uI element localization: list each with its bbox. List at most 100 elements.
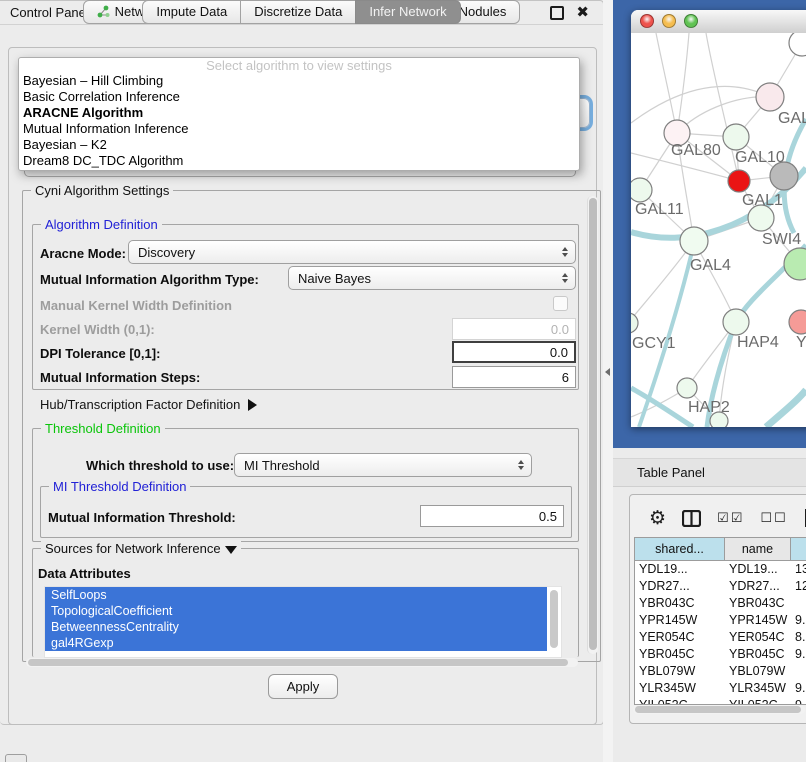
network-node-gal11[interactable]	[631, 178, 652, 202]
bottom-tabbar: Impute Data Discretize DataInfer Network	[0, 0, 603, 24]
table-cell: 9.	[791, 646, 806, 663]
table-row[interactable]: YBR043CYBR043C	[635, 595, 806, 612]
tab-infer-network[interactable]: Infer Network	[355, 0, 460, 24]
algorithm-option[interactable]: Dream8 DC_TDC Algorithm	[19, 153, 579, 169]
algorithm-option[interactable]: Basic Correlation Inference	[19, 89, 579, 105]
attribute-list-item[interactable]: gal4RGexp	[45, 635, 547, 651]
node-label: GCY1	[632, 335, 676, 352]
settings-scrollbar[interactable]	[587, 196, 598, 654]
node-attribute-table[interactable]: shared...name YDL19...YDL19...13YDR27...…	[634, 537, 806, 705]
network-node[interactable]	[770, 162, 798, 190]
table-column-header-shared[interactable]: shared...	[635, 538, 725, 560]
split-columns-icon[interactable]	[682, 510, 701, 527]
network-node-gal10[interactable]	[723, 124, 749, 150]
network-node-hap4[interactable]	[723, 309, 749, 335]
table-panel-title: Table Panel	[637, 465, 705, 480]
network-node-swi4[interactable]	[784, 248, 806, 280]
table-cell: YER054C	[725, 629, 791, 646]
table-cell: YPR145W	[635, 612, 725, 629]
table-cell: YDR27...	[635, 578, 725, 595]
table-row[interactable]: YLR345WYLR345W9.	[635, 680, 806, 697]
network-edge[interactable]	[631, 86, 770, 123]
algorithm-definition-title: Algorithm Definition	[41, 217, 162, 232]
algorithm-option[interactable]: Bayesian – Hill Climbing	[19, 73, 579, 89]
restore-panel-button[interactable]	[5, 754, 27, 762]
threshold-definition-title: Threshold Definition	[41, 421, 165, 436]
algorithm-option[interactable]: Bayesian – K2	[19, 137, 579, 153]
network-view-window: GAL7GAL80GAL10GAL1GAL11SWI4GAL4GCY1HAP4Y…	[631, 10, 806, 427]
table-row[interactable]: YDR27...YDR27...12	[635, 578, 806, 595]
network-node-gal4[interactable]	[680, 227, 708, 255]
network-edge[interactable]	[677, 33, 689, 133]
table-row[interactable]: YIL052CYIL052C9.	[635, 697, 806, 705]
algorithm-option[interactable]: Mutual Information Inference	[19, 121, 579, 137]
network-edge[interactable]	[656, 33, 677, 133]
apply-button[interactable]: Apply	[268, 674, 338, 699]
select-all-icon[interactable]: ☑☑	[717, 510, 744, 526]
mi-steps-label: Mutual Information Steps:	[40, 370, 200, 385]
hub-definition-expander[interactable]: Hub/Transcription Factor Definition	[40, 397, 257, 412]
node-label: Y	[796, 334, 806, 351]
tab-label: Impute Data	[156, 4, 227, 19]
table-cell: 9.	[791, 680, 806, 697]
table-cell: YLR345W	[635, 680, 725, 697]
table-row[interactable]: YER054CYER054C8.	[635, 629, 806, 646]
node-label: GAL7	[778, 110, 806, 127]
mi-type-combobox[interactable]: Naive Bayes	[288, 266, 576, 290]
attribute-list-item[interactable]: BetweennessCentrality	[45, 619, 547, 635]
table-row[interactable]: YBL079WYBL079W	[635, 663, 806, 680]
algorithm-option[interactable]: ARACNE Algorithm	[19, 105, 579, 121]
mi-threshold-label: Mutual Information Threshold:	[48, 510, 236, 525]
settings-hscrollbar[interactable]	[26, 658, 578, 667]
attributes-scrollbar[interactable]	[549, 588, 559, 654]
network-node-gal7[interactable]	[756, 83, 784, 111]
table-cell: YPR145W	[725, 612, 791, 629]
manual-kernel-checkbox[interactable]	[553, 296, 568, 311]
minimize-traffic-light[interactable]	[662, 14, 676, 28]
table-cell: YDL19...	[725, 561, 791, 578]
tab-impute-data[interactable]: Impute Data	[142, 0, 241, 24]
network-node-gcy1[interactable]	[631, 313, 638, 333]
network-node[interactable]	[710, 412, 728, 427]
attribute-list-item[interactable]: TopologicalCoefficient	[45, 603, 547, 619]
network-node-hap2[interactable]	[677, 378, 697, 398]
aracne-mode-combobox[interactable]: Discovery	[128, 240, 576, 264]
table-cell: 8.	[791, 629, 806, 646]
network-edge-highlighted[interactable]	[766, 390, 806, 427]
network-node-gal1[interactable]	[728, 170, 750, 192]
close-traffic-light[interactable]	[640, 14, 654, 28]
screen: Control Panel ✖ NetworkStyleSelectCyni T…	[0, 0, 806, 762]
which-threshold-combobox[interactable]: MI Threshold	[234, 453, 532, 477]
table-cell: 9.	[791, 612, 806, 629]
table-row[interactable]: YPR145WYPR145W9.	[635, 612, 806, 629]
mi-steps-input[interactable]: 6	[452, 366, 576, 388]
mi-threshold-input[interactable]: 0.5	[420, 505, 564, 527]
table-column-header-name[interactable]: name	[725, 538, 791, 560]
deselect-all-icon[interactable]: ☐☐	[760, 510, 787, 526]
sources-title[interactable]: Sources for Network Inference	[41, 541, 241, 556]
attribute-list-item[interactable]: SelfLoops	[45, 587, 547, 603]
table-hscrollbar[interactable]	[633, 705, 805, 714]
table-cell: YER054C	[635, 629, 725, 646]
data-attributes-list: SelfLoopsTopologicalCoefficientBetweenne…	[44, 586, 562, 658]
divider-collapse-icon[interactable]	[605, 368, 610, 376]
combo-arrows-icon	[562, 247, 568, 257]
table-cell: YDL19...	[635, 561, 725, 578]
network-canvas[interactable]: GAL7GAL80GAL10GAL1GAL11SWI4GAL4GCY1HAP4Y…	[631, 33, 806, 427]
tab-discretize-data[interactable]: Discretize Data	[240, 0, 356, 24]
expand-right-icon	[248, 399, 257, 411]
network-node[interactable]	[748, 205, 774, 231]
table-cell: YBR043C	[635, 595, 725, 612]
dpi-tolerance-input[interactable]: 0.0	[452, 341, 576, 363]
table-column-header[interactable]	[791, 538, 806, 560]
zoom-traffic-light[interactable]	[684, 14, 698, 28]
table-cell: YBL079W	[725, 663, 791, 680]
network-node[interactable]	[789, 33, 806, 56]
table-row[interactable]: YBR045CYBR045C9.	[635, 646, 806, 663]
settings-gear-icon[interactable]: ⚙	[649, 507, 666, 530]
table-row[interactable]: YDL19...YDL19...13	[635, 561, 806, 578]
aracne-mode-value: Discovery	[138, 245, 195, 260]
network-window-titlebar[interactable]	[631, 10, 806, 34]
network-node-y[interactable]	[789, 310, 806, 334]
kernel-width-input[interactable]: 0.0	[452, 318, 576, 340]
